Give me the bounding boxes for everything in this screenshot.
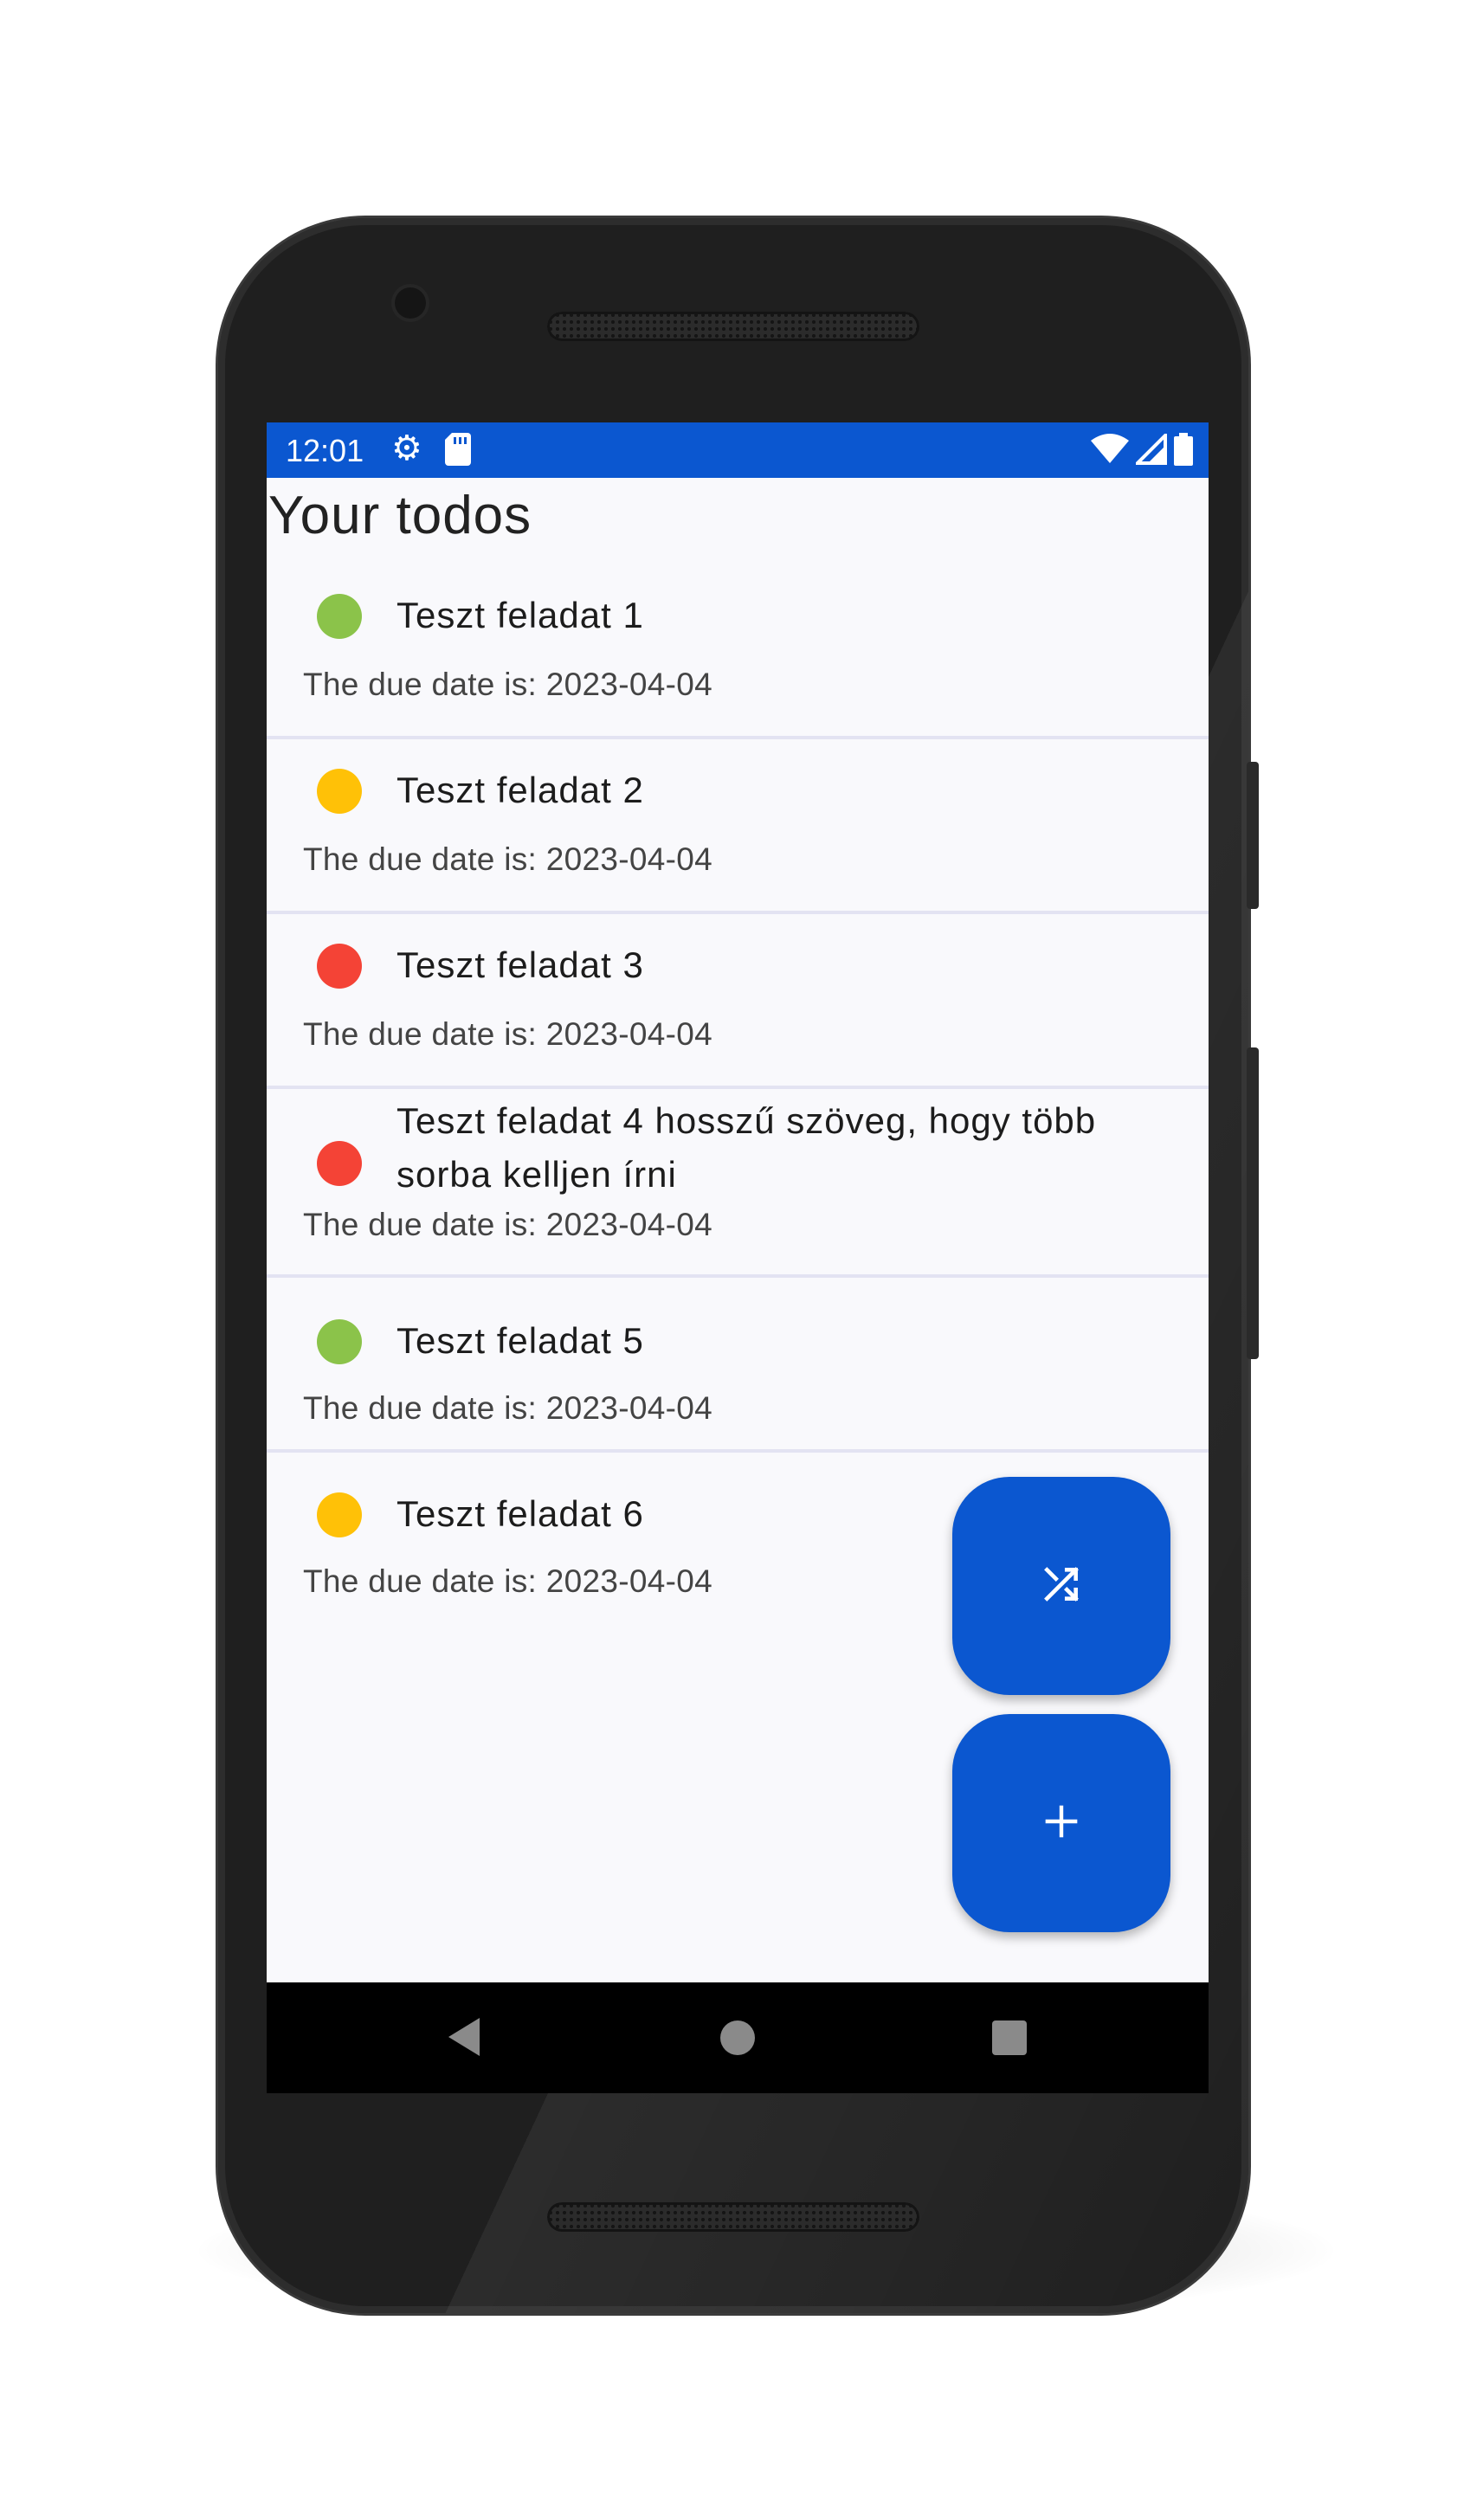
todo-due-date: The due date is: 2023-04-04 <box>303 1016 712 1052</box>
bottom-speaker <box>547 2202 919 2232</box>
todo-item[interactable]: Teszt feladat 1 The due date is: 2023-04… <box>267 564 1209 739</box>
shuffle-button[interactable] <box>952 1477 1170 1695</box>
todo-title: Teszt feladat 1 <box>397 595 644 635</box>
power-button <box>1247 1047 1259 1359</box>
plus-icon <box>1042 1802 1080 1845</box>
gear-icon: ⚙ <box>391 429 422 467</box>
top-speaker <box>547 312 919 341</box>
back-icon[interactable] <box>445 2015 483 2063</box>
status-bar: 12:01 ⚙ <box>267 422 1209 478</box>
sd-card-icon <box>445 433 471 470</box>
navigation-bar <box>267 1982 1209 2093</box>
todo-title: Teszt feladat 4 hosszű szöveg, hogy több… <box>397 1100 1097 1195</box>
wifi-icon <box>1091 434 1129 469</box>
todo-due-date: The due date is: 2023-04-04 <box>303 841 712 877</box>
priority-indicator <box>317 944 362 989</box>
priority-indicator <box>317 769 362 814</box>
todo-list: Teszt feladat 1 The due date is: 2023-04… <box>267 564 1209 1626</box>
priority-indicator <box>317 594 362 639</box>
todo-title: Teszt feladat 5 <box>397 1320 644 1361</box>
status-time: 12:01 <box>286 433 364 468</box>
todo-due-date: The due date is: 2023-04-04 <box>303 1563 712 1599</box>
todo-title: Teszt feladat 3 <box>397 944 644 985</box>
priority-indicator <box>317 1319 362 1364</box>
battery-icon <box>1174 433 1193 470</box>
todo-due-date: The due date is: 2023-04-04 <box>303 1390 712 1426</box>
priority-indicator <box>317 1141 362 1186</box>
front-camera <box>395 287 426 319</box>
todo-item[interactable]: Teszt feladat 3 The due date is: 2023-04… <box>267 914 1209 1089</box>
todo-item[interactable]: Teszt feladat 5 The due date is: 2023-04… <box>267 1278 1209 1453</box>
todo-item[interactable]: Teszt feladat 4 hosszű szöveg, hogy több… <box>267 1089 1209 1278</box>
shuffle-icon <box>1040 1563 1083 1610</box>
app-screen: 12:01 ⚙ Your todos Teszt feladat 1 The d… <box>267 422 1209 2093</box>
todo-title: Teszt feladat 2 <box>397 770 644 810</box>
recents-icon[interactable] <box>990 2019 1028 2061</box>
home-icon[interactable] <box>719 2019 757 2061</box>
todo-due-date: The due date is: 2023-04-04 <box>303 1207 712 1242</box>
cell-signal-icon <box>1133 431 1167 469</box>
todo-item[interactable]: Teszt feladat 2 The due date is: 2023-04… <box>267 739 1209 914</box>
priority-indicator <box>317 1492 362 1537</box>
todo-due-date: The due date is: 2023-04-04 <box>303 667 712 702</box>
add-todo-button[interactable] <box>952 1714 1170 1932</box>
page-title: Your todos <box>268 486 532 545</box>
volume-button <box>1247 762 1259 909</box>
